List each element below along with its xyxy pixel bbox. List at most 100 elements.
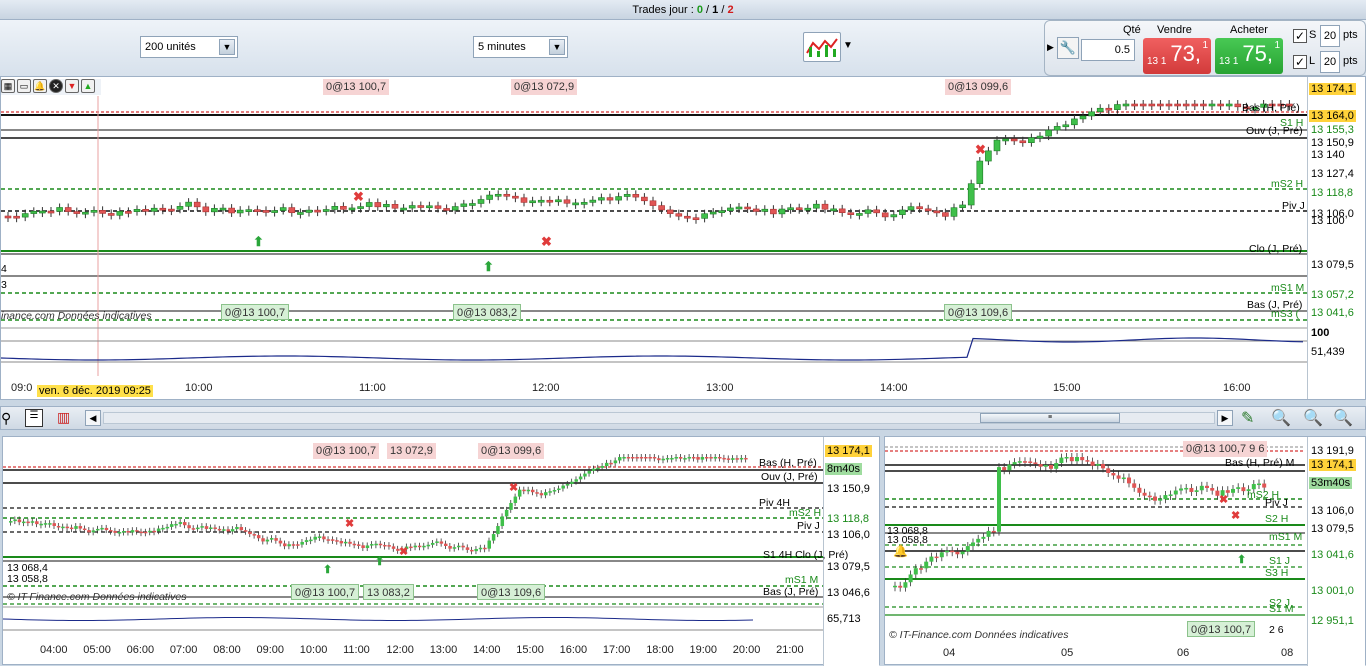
candle [648, 457, 652, 459]
candle [239, 527, 244, 531]
scroll-left-button[interactable]: ◀ [85, 410, 101, 426]
qty-input[interactable]: 0.5 [1081, 39, 1135, 61]
zoom-out-icon[interactable]: 🔍 [1303, 408, 1323, 428]
sell-button[interactable]: 13 1 73, 1 [1143, 38, 1211, 74]
grid-icon[interactable]: ▦ [1, 79, 15, 93]
candle [795, 207, 803, 211]
limit-input[interactable]: 20 [1320, 51, 1340, 73]
arrow-up-green-icon[interactable]: ▲ [81, 79, 95, 93]
trade-tag[interactable]: 0@13 100,7 9 6 [1183, 441, 1268, 457]
time-tick: 13:00 [429, 644, 458, 656]
chevron-down-icon[interactable]: ▼ [549, 39, 565, 55]
candle [770, 208, 777, 215]
osc-value: 65,713 [827, 613, 861, 625]
candle [555, 199, 562, 203]
candle [133, 209, 141, 212]
time-tick: 21:00 [776, 644, 804, 656]
candle [1127, 477, 1131, 484]
chart-type-icon[interactable] [803, 32, 841, 62]
trade-tag[interactable]: 0@13 099,6 [945, 79, 1012, 95]
trade-tag[interactable]: 13 072,9 [387, 443, 436, 459]
candle [43, 523, 48, 525]
pivot-label: mS2 H [1271, 178, 1304, 190]
candle [265, 539, 270, 542]
candle [535, 492, 539, 494]
trade-tag[interactable]: 0@13 109,6 [477, 584, 546, 600]
trades-label: Trades jour : [632, 4, 694, 16]
chart-type-dropdown-icon[interactable]: ▼ [843, 40, 853, 51]
candle [598, 197, 605, 201]
zoom-in-icon[interactable]: 🔍 [1333, 408, 1353, 428]
exit-marker-icon: ✖ [541, 234, 552, 249]
candle [73, 211, 81, 214]
wrench-icon[interactable]: 🔧 [1057, 37, 1079, 59]
candle [69, 527, 74, 530]
time-tick: 15:00 [1053, 382, 1081, 394]
candle [383, 544, 387, 547]
entry-arrow-icon: ⬆ [323, 564, 332, 576]
trade-tag[interactable]: 0@13 100,7 [221, 304, 290, 320]
title-bar: Trades jour : 0 / 1 / 2 [0, 0, 1366, 20]
main-chart-canvas[interactable]: ✖ ✖ ✖ ⬆ ⬆ [1, 96, 1307, 396]
trade-tag[interactable]: 13 083,2 [363, 584, 414, 600]
collapse-arrow-icon[interactable]: ▶ [1047, 39, 1055, 55]
candle [343, 541, 348, 544]
trade-tag[interactable]: 0@13 083,2 [453, 304, 522, 320]
window-icon[interactable]: ▭ [17, 79, 31, 93]
units-select[interactable]: 200 unités ▼ [140, 36, 238, 58]
candle [924, 208, 932, 212]
close-circle-icon[interactable]: ✕ [49, 79, 63, 93]
trade-tag[interactable]: 0@13 100,7 [313, 443, 380, 459]
trade-tag[interactable]: 0@13 100,7 [1187, 621, 1256, 637]
candle [1064, 457, 1069, 459]
stop-input[interactable]: 20 [1320, 25, 1340, 47]
units-value: 200 unités [145, 41, 196, 53]
trade-tag[interactable]: 0@13 099,6 [478, 443, 545, 459]
chevron-down-icon[interactable]: ▼ [219, 39, 235, 55]
candle [652, 457, 657, 459]
bottom-left-chart-canvas[interactable]: ✖ ✖ ✖ ⬆ ⬆ [3, 437, 823, 637]
candle [1165, 103, 1173, 107]
candles-icon[interactable]: ▥ [57, 409, 77, 427]
draw-tool-icon[interactable]: ✎ [1241, 408, 1254, 428]
candle [204, 526, 209, 529]
bell-icon[interactable]: 🔔 [33, 79, 47, 93]
limit-value: 20 [1323, 56, 1337, 68]
trade-tag[interactable]: 0@13 109,6 [944, 304, 1013, 320]
trade-tag[interactable]: 0@13 072,9 [511, 79, 578, 95]
candle [739, 457, 744, 460]
arrow-down-red-icon[interactable]: ▼ [65, 79, 79, 93]
trade-tag[interactable]: 0@13 100,7 [323, 79, 390, 95]
candle [35, 521, 39, 525]
candle [236, 209, 244, 214]
stop-checkbox[interactable]: ✓ [1293, 29, 1307, 43]
candle [1179, 488, 1183, 491]
price-axis-label: 13 118,8 [827, 513, 870, 525]
list-icon[interactable]: ☰ [25, 409, 43, 427]
price-axis-label: 13 174,1 [825, 445, 872, 457]
scroll-right-button[interactable]: ▶ [1217, 410, 1233, 426]
interval-select[interactable]: 5 minutes ▼ [473, 36, 568, 58]
buy-button[interactable]: 13 1 75, 1 [1215, 38, 1283, 74]
candle [1199, 485, 1204, 491]
candle [752, 208, 760, 212]
candle [487, 540, 491, 549]
candle [478, 547, 483, 550]
candle [1153, 496, 1157, 501]
scroll-track[interactable]: ≡ [103, 412, 1215, 424]
candle [557, 488, 561, 491]
candle [1142, 492, 1147, 496]
limit-checkbox[interactable]: ✓ [1293, 55, 1307, 69]
candle [434, 205, 442, 209]
zoom-fit-icon[interactable]: 🔍 [1271, 408, 1291, 428]
candle [1023, 461, 1027, 463]
candle [13, 519, 17, 522]
scroll-thumb[interactable]: ≡ [980, 413, 1120, 423]
candle [451, 206, 459, 211]
candle [583, 473, 587, 477]
tool-icon[interactable]: ⚲ [1, 410, 11, 427]
pivot-label: S3 H [1265, 567, 1289, 579]
entry-arrow-icon: ⬆ [253, 234, 264, 249]
candle [1205, 485, 1209, 489]
trade-tag[interactable]: 0@13 100,7 [291, 584, 360, 600]
